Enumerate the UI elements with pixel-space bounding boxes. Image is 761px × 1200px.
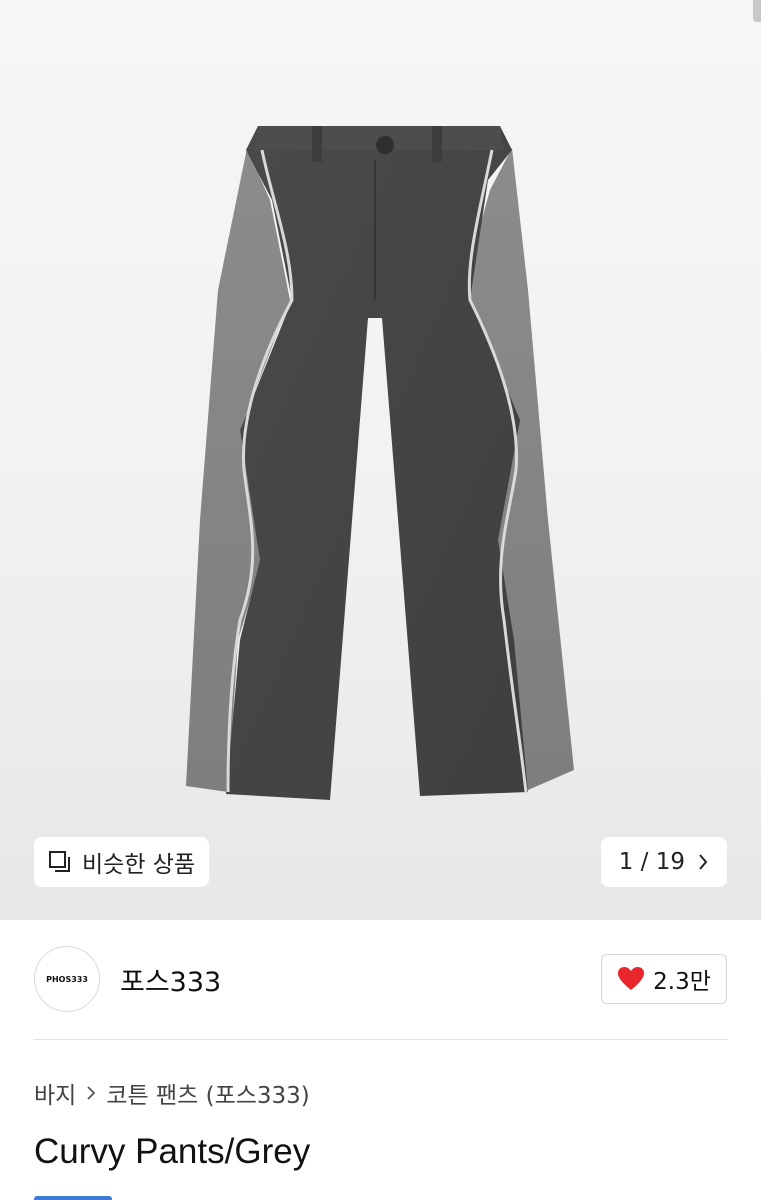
svg-text:PHOS333: PHOS333 [46, 975, 88, 984]
product-title: Curvy Pants/Grey [34, 1132, 311, 1171]
similar-items-icon [49, 851, 70, 872]
image-page-indicator: 1 / 19 [618, 849, 685, 875]
product-image-gallery[interactable]: 비슷한 상품 1 / 19 [0, 0, 761, 920]
breadcrumb: 바지 코튼 팬츠 (포스333) [34, 1076, 310, 1110]
heart-icon [618, 967, 645, 990]
brand-logo-wordmark: PHOS333 [46, 975, 88, 984]
like-button[interactable]: 2.3만 [601, 954, 727, 1004]
product-tag-badge [34, 1196, 112, 1200]
product-photo [186, 126, 574, 800]
similar-products-label: 비슷한 상품 [82, 852, 196, 878]
breadcrumb-subcategory[interactable]: 코튼 팬츠 (포스333) [106, 1076, 309, 1110]
chevron-right-icon [87, 1086, 96, 1100]
chevron-right-icon [699, 854, 708, 870]
similar-products-button[interactable]: 비슷한 상품 [34, 837, 210, 887]
breadcrumb-category[interactable]: 바지 [34, 1076, 76, 1110]
brand-row: PHOS333 포스333 2.3만 [0, 920, 761, 1040]
like-count: 2.3만 [653, 969, 711, 995]
brand-logo[interactable]: PHOS333 [34, 946, 100, 1012]
image-pager-button[interactable]: 1 / 19 [600, 837, 727, 887]
brand-name[interactable]: 포스333 [120, 960, 221, 999]
divider [34, 1039, 727, 1040]
